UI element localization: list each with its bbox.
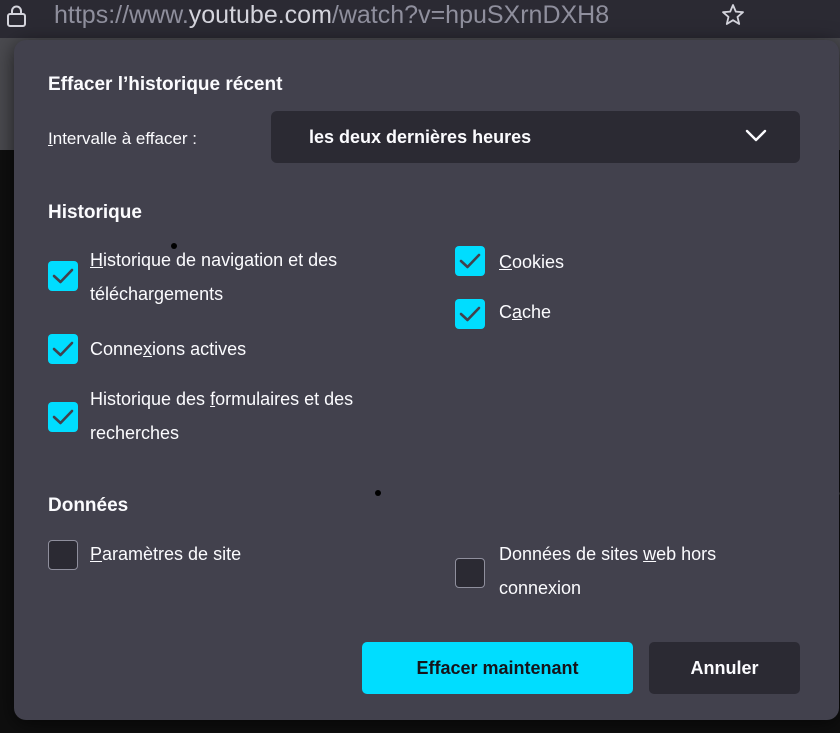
connections-label-rest: ions actives — [152, 339, 247, 359]
checkmark-icon — [52, 268, 74, 284]
interval-select-value: les deux dernières heures — [309, 127, 532, 147]
cache-label-rest: che — [522, 302, 552, 322]
forms-label-pre: Historique des — [90, 389, 211, 409]
checkmark-icon — [459, 253, 481, 269]
checkbox-site-settings-label[interactable]: Paramètres de site — [90, 537, 241, 571]
forms-label-rest: ormulaires et des — [215, 389, 354, 409]
checkbox-cookies-label[interactable]: Cookies — [499, 245, 564, 279]
url-bar[interactable]: https://www.youtube.com/watch?v=hpuSXrnD… — [0, 0, 840, 38]
interval-label-text: ntervalle à effacer : — [52, 129, 198, 148]
checkmark-icon — [459, 306, 481, 322]
checkbox-offline-website-data-label[interactable]: Données de sites web hors connexion — [499, 537, 716, 605]
navigation-accesskey: H — [90, 250, 103, 270]
connections-accesskey: x — [143, 339, 153, 359]
cookies-label-text: ookies — [512, 252, 565, 272]
url-domain: youtube.com — [188, 1, 332, 29]
connections-label-pre: Conne — [90, 339, 144, 359]
checkmark-icon — [52, 341, 74, 357]
site-settings-accesskey: P — [90, 544, 103, 564]
interval-label: Intervalle à effacer : — [48, 128, 197, 150]
clear-now-button[interactable]: Effacer maintenant — [362, 642, 633, 694]
checkbox-active-connections-label[interactable]: Connexions actives — [90, 332, 246, 366]
stray-mark — [171, 243, 177, 249]
checkbox-cache[interactable] — [455, 299, 485, 329]
checkbox-offline-website-data[interactable] — [455, 558, 485, 588]
offline-label-pre: Données de sites — [499, 544, 644, 564]
checkbox-cookies[interactable] — [455, 246, 485, 276]
checkbox-navigation-history[interactable] — [48, 261, 78, 291]
offline-accesskey: w — [643, 544, 657, 564]
offline-label-line2: connexion — [499, 578, 582, 598]
site-settings-label-text: aramètres de site — [102, 544, 242, 564]
checkmark-icon — [52, 409, 74, 425]
checkbox-active-connections[interactable] — [48, 334, 78, 364]
cache-accesskey: a — [512, 302, 523, 322]
checkbox-form-history-label[interactable]: Historique des formulaires et des recherc… — [90, 382, 353, 450]
offline-label-rest: eb hors — [656, 544, 717, 564]
checkbox-site-settings[interactable] — [48, 540, 78, 570]
cookies-accesskey: C — [499, 252, 512, 272]
checkbox-navigation-history-label[interactable]: Historique de navigation et des télécharg… — [90, 243, 337, 311]
history-section-title: Historique — [48, 202, 142, 223]
lock-icon[interactable] — [4, 4, 30, 30]
cache-label-pre: C — [499, 302, 512, 322]
data-section-title: Données — [48, 495, 129, 516]
dialog-title: Effacer l’historique récent — [48, 74, 283, 95]
cancel-button[interactable]: Annuler — [649, 642, 800, 694]
navigation-label-line2: téléchargements — [90, 284, 224, 304]
url-text[interactable]: https://www.youtube.com/watch?v=hpuSXrnD… — [54, 0, 609, 30]
checkbox-cache-label[interactable]: Cache — [499, 295, 551, 329]
url-prefix: https://www. — [54, 1, 189, 29]
url-path: /watch?v=hpuSXrnDXH8 — [331, 1, 610, 29]
checkbox-form-history[interactable] — [48, 402, 78, 432]
clear-history-dialog: Effacer l’historique récent Intervalle à… — [14, 40, 839, 720]
forms-label-line2: recherches — [90, 423, 180, 443]
star-icon[interactable] — [720, 2, 746, 28]
chevron-down-icon — [744, 128, 768, 144]
stray-mark — [375, 490, 381, 496]
interval-select[interactable]: les deux dernières heures — [271, 111, 800, 163]
navigation-label-line1: istorique de navigation et des — [103, 250, 338, 270]
